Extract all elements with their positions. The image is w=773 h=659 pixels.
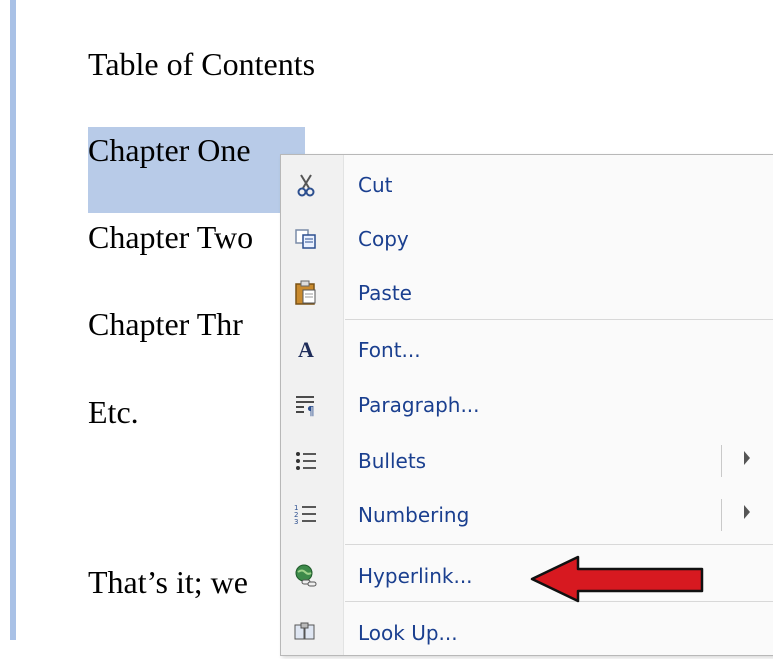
doc-line-thats-it: That’s it; we (88, 564, 248, 600)
look-up-icon (291, 618, 321, 648)
document-left-border (10, 0, 16, 640)
menu-separator (345, 319, 773, 320)
doc-line-chapter-one: Chapter One (88, 132, 251, 168)
doc-line-chapter-two: Chapter Two (88, 219, 254, 255)
svg-text:3: 3 (294, 518, 298, 526)
menu-item-cut[interactable]: Cut (281, 159, 773, 211)
menu-item-paste[interactable]: Paste (281, 267, 773, 319)
paragraph-icon: ¶ (291, 390, 321, 420)
doc-line-table-of-contents: Table of Contents (88, 46, 316, 82)
menu-label-numbering: Numbering (358, 503, 470, 527)
scissors-icon (291, 170, 321, 200)
menu-item-bullets[interactable]: Bullets (281, 435, 773, 487)
menu-item-paragraph[interactable]: ¶ Paragraph... (281, 379, 773, 431)
menu-label-font: Font... (358, 338, 421, 362)
menu-label-bullets: Bullets (358, 449, 427, 473)
menu-label-hyperlink: Hyperlink... (358, 564, 473, 588)
menu-item-look-up[interactable]: Look Up... (281, 607, 773, 659)
submenu-divider (721, 499, 722, 531)
menu-label-copy: Copy (358, 227, 409, 251)
numbering-icon: 1 2 3 (291, 500, 321, 530)
menu-label-look-up: Look Up... (358, 621, 458, 645)
menu-label-paste: Paste (358, 281, 412, 305)
menu-item-font[interactable]: A Font... (281, 324, 773, 376)
clipboard-icon (291, 278, 321, 308)
hyperlink-icon (291, 561, 321, 591)
submenu-arrow-icon[interactable] (744, 505, 750, 519)
copy-icon (291, 224, 321, 254)
menu-separator (345, 544, 773, 545)
bullets-icon (291, 446, 321, 476)
submenu-arrow-icon[interactable] (744, 451, 750, 465)
doc-line-etc: Etc. (88, 394, 139, 430)
menu-item-numbering[interactable]: 1 2 3 Numbering (281, 489, 773, 541)
svg-text:¶: ¶ (307, 404, 315, 417)
menu-item-copy[interactable]: Copy (281, 213, 773, 265)
doc-line-chapter-three: Chapter Thr (88, 306, 243, 342)
menu-label-cut: Cut (358, 173, 393, 197)
submenu-divider (721, 445, 722, 477)
font-icon: A (298, 337, 314, 362)
annotation-arrow-icon (530, 555, 704, 603)
menu-label-paragraph: Paragraph... (358, 393, 480, 417)
